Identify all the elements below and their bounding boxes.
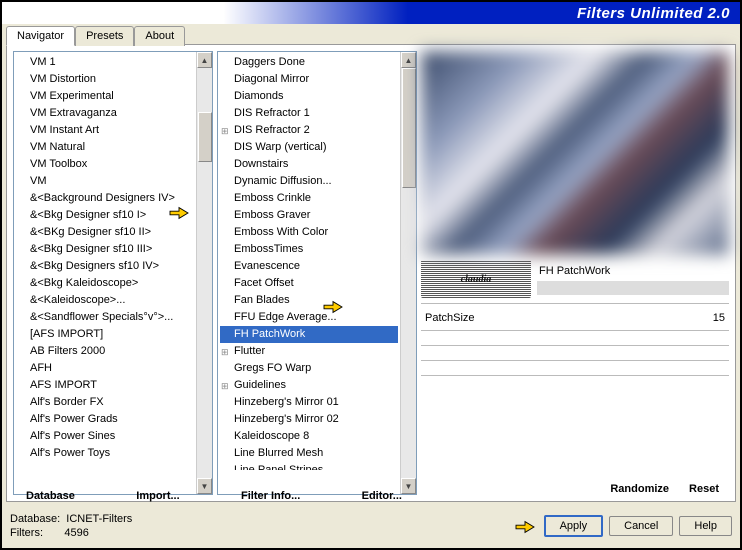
list-item[interactable]: AFS IMPORT xyxy=(16,377,194,394)
list-item[interactable]: VM xyxy=(16,173,194,190)
list-item[interactable]: FFU Edge Average... xyxy=(220,309,398,326)
list-item[interactable]: DIS Warp (vertical) xyxy=(220,139,398,156)
filterinfo-button[interactable]: Filter Info... xyxy=(237,490,304,502)
preview-panel: claudia FH PatchWork PatchSize 15 Random… xyxy=(421,51,729,495)
list-item[interactable]: Diamonds xyxy=(220,88,398,105)
list-item[interactable]: Gregs FO Warp xyxy=(220,360,398,377)
list-item[interactable]: VM Distortion xyxy=(16,71,194,88)
list-item[interactable]: Line Panel Stripes xyxy=(220,462,398,470)
app-title: Filters Unlimited 2.0 xyxy=(577,5,730,22)
scroll-up-icon[interactable]: ▲ xyxy=(401,52,416,68)
list-item[interactable]: Alf's Power Sines xyxy=(16,428,194,445)
editor-button[interactable]: Editor... xyxy=(358,490,406,502)
scroll-up-icon[interactable]: ▲ xyxy=(197,52,212,68)
list-item[interactable]: Daggers Done xyxy=(220,54,398,71)
status-db-value: ICNET-Filters xyxy=(66,513,132,525)
selected-filter-name: FH PatchWork xyxy=(537,263,729,279)
scroll-thumb[interactable] xyxy=(198,112,212,162)
reset-button[interactable]: Reset xyxy=(689,483,719,495)
cancel-button[interactable]: Cancel xyxy=(609,516,673,536)
list-item[interactable]: Hinzeberg's Mirror 02 xyxy=(220,411,398,428)
list-item[interactable]: Downstairs xyxy=(220,156,398,173)
param-value: 15 xyxy=(713,312,725,324)
list-item[interactable]: VM 1 xyxy=(16,54,194,71)
list-item[interactable]: Alf's Border FX xyxy=(16,394,194,411)
titlebar: Filters Unlimited 2.0 xyxy=(2,2,740,24)
list-item[interactable]: Diagonal Mirror xyxy=(220,71,398,88)
tab-about[interactable]: About xyxy=(134,26,185,46)
list-item[interactable]: &<Bkg Kaleidoscope> xyxy=(16,275,194,292)
main-panel: VM 1VM DistortionVM ExperimentalVM Extra… xyxy=(6,44,736,502)
list-item[interactable]: Evanescence xyxy=(220,258,398,275)
list-item[interactable]: DIS Refractor 2 xyxy=(220,122,398,139)
list-item[interactable]: &<Bkg Designer sf10 III> xyxy=(16,241,194,258)
list-item[interactable]: EmbossTimes xyxy=(220,241,398,258)
preview-image xyxy=(421,51,729,255)
list-item[interactable]: &<Bkg Designers sf10 IV> xyxy=(16,258,194,275)
list-item[interactable]: Flutter xyxy=(220,343,398,360)
list-item[interactable]: AFH xyxy=(16,360,194,377)
list-item[interactable]: DIS Refractor 1 xyxy=(220,105,398,122)
list-item[interactable]: &<Bkg Designer sf10 I> xyxy=(16,207,194,224)
list-item[interactable]: VM Natural xyxy=(16,139,194,156)
list-item[interactable]: Emboss With Color xyxy=(220,224,398,241)
list-item[interactable]: Guidelines xyxy=(220,377,398,394)
apply-button[interactable]: Apply xyxy=(544,515,604,537)
param-label: PatchSize xyxy=(425,312,475,324)
tab-navigator[interactable]: Navigator xyxy=(6,26,75,46)
status-filters-label: Filters: xyxy=(10,527,43,539)
list-item[interactable]: Emboss Graver xyxy=(220,207,398,224)
help-button[interactable]: Help xyxy=(679,516,732,536)
randomize-button[interactable]: Randomize xyxy=(610,483,669,495)
list-item[interactable]: Line Blurred Mesh xyxy=(220,445,398,462)
list-item[interactable]: &<Kaleidoscope>... xyxy=(16,292,194,309)
status-db-label: Database: xyxy=(10,513,60,525)
import-button[interactable]: Import... xyxy=(132,490,183,502)
list-item[interactable]: FH PatchWork xyxy=(220,326,398,343)
list-item[interactable]: Kaleidoscope 8 xyxy=(220,428,398,445)
scroll-thumb[interactable] xyxy=(402,68,416,188)
filter-bar xyxy=(537,281,729,295)
scrollbar-filters[interactable]: ▲ ▼ xyxy=(400,52,416,494)
list-item[interactable]: AB Filters 2000 xyxy=(16,343,194,360)
list-item[interactable]: VM Toolbox xyxy=(16,156,194,173)
list-item[interactable]: VM Experimental xyxy=(16,88,194,105)
list-item[interactable]: &<BKg Designer sf10 II> xyxy=(16,224,194,241)
watermark-logo: claudia xyxy=(421,260,531,298)
list-item[interactable]: Facet Offset xyxy=(220,275,398,292)
status-bar: Database: ICNET-Filters Filters: 4596 Ap… xyxy=(2,506,740,546)
list-item[interactable]: Alf's Power Toys xyxy=(16,445,194,462)
database-button[interactable]: Database xyxy=(22,490,79,502)
list-item[interactable]: &<Background Designers IV> xyxy=(16,190,194,207)
list-item[interactable]: VM Extravaganza xyxy=(16,105,194,122)
list-item[interactable]: Emboss Crinkle xyxy=(220,190,398,207)
list-item[interactable]: VM Instant Art xyxy=(16,122,194,139)
status-filters-value: 4596 xyxy=(64,527,88,539)
list-item[interactable]: &<Sandflower Specials°v°>... xyxy=(16,309,194,326)
filter-listbox[interactable]: Daggers DoneDiagonal MirrorDiamondsDIS R… xyxy=(217,51,417,495)
tabs: Navigator Presets About xyxy=(2,26,740,46)
list-item[interactable]: Alf's Power Grads xyxy=(16,411,194,428)
category-listbox[interactable]: VM 1VM DistortionVM ExperimentalVM Extra… xyxy=(13,51,213,495)
list-item[interactable]: Fan Blades xyxy=(220,292,398,309)
list-item[interactable]: [AFS IMPORT] xyxy=(16,326,194,343)
list-item[interactable]: Hinzeberg's Mirror 01 xyxy=(220,394,398,411)
scrollbar-categories[interactable]: ▲ ▼ xyxy=(196,52,212,494)
list-item[interactable]: Dynamic Diffusion... xyxy=(220,173,398,190)
parameters: PatchSize 15 xyxy=(421,310,729,376)
tab-presets[interactable]: Presets xyxy=(75,26,134,46)
